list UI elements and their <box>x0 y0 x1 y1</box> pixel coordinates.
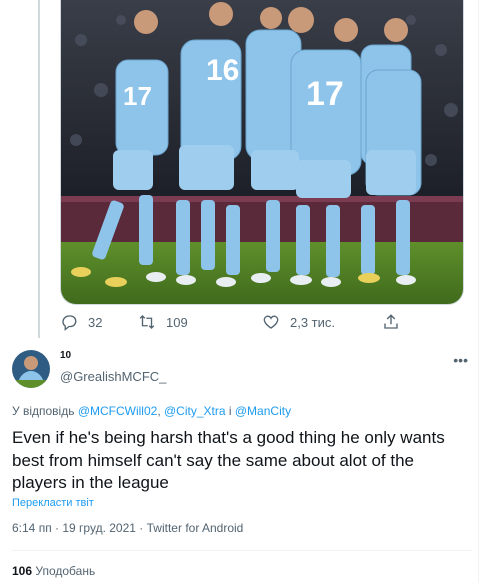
tweet-action-bar: 32 109 2,3 тис. <box>60 313 464 333</box>
tweet-time[interactable]: 6:14 пп <box>12 521 52 535</box>
right-column-edge <box>478 0 502 583</box>
thread-connector-line <box>38 0 40 338</box>
reply-count: 32 <box>88 314 103 330</box>
avatar-image <box>12 350 50 388</box>
tweet-source[interactable]: Twitter for Android <box>147 521 244 535</box>
share-action[interactable] <box>382 313 400 331</box>
likes-label: Уподобань <box>35 564 96 578</box>
retweet-icon <box>139 315 155 329</box>
tweet-photo[interactable]: 17 16 17 <box>60 0 464 305</box>
likes-summary[interactable]: 106 Уподобань <box>12 564 95 578</box>
mention-link[interactable]: @City_Xtra <box>164 404 226 418</box>
display-name[interactable]: 10 <box>60 350 71 361</box>
meta-separator: · <box>139 521 147 535</box>
likes-count: 106 <box>12 564 33 578</box>
like-icon <box>263 315 279 329</box>
svg-text:17: 17 <box>306 75 344 113</box>
retweet-action[interactable]: 109 <box>138 313 188 331</box>
svg-text:17: 17 <box>123 81 152 111</box>
tweet-text: Even if he's being harsh that's a good t… <box>12 428 445 492</box>
translate-tweet-link[interactable]: Перекласти твіт <box>12 497 94 509</box>
tweet-metadata: 6:14 пп · 19 груд. 2021 · Twitter for An… <box>12 521 243 535</box>
mention-separator: , <box>157 404 164 418</box>
reply-action[interactable]: 32 <box>60 313 102 331</box>
football-celebration-photo: 17 16 17 <box>61 0 463 304</box>
divider <box>12 550 472 551</box>
reply-icon <box>62 315 77 331</box>
avatar[interactable] <box>12 350 50 388</box>
mention-link[interactable]: @MCFCWill02 <box>78 404 158 418</box>
mention-link[interactable]: @ManCity <box>235 404 291 418</box>
more-icon[interactable]: ••• <box>453 352 468 368</box>
tweet-date[interactable]: 19 груд. 2021 <box>62 521 136 535</box>
like-count: 2,3 тис. <box>290 314 336 330</box>
like-action[interactable]: 2,3 тис. <box>262 313 335 331</box>
mention-separator: і <box>225 404 235 418</box>
share-icon <box>384 314 398 329</box>
replying-to: У відповідь @MCFCWill02, @City_Xtra і @M… <box>12 404 291 418</box>
retweet-count: 109 <box>166 314 188 330</box>
svg-text:16: 16 <box>206 54 239 87</box>
user-handle[interactable]: @GrealishMCFC_ <box>60 369 166 384</box>
reply-author-header: 10 @GrealishMCFC_ ••• <box>12 346 472 390</box>
replying-to-label: У відповідь <box>12 404 75 418</box>
